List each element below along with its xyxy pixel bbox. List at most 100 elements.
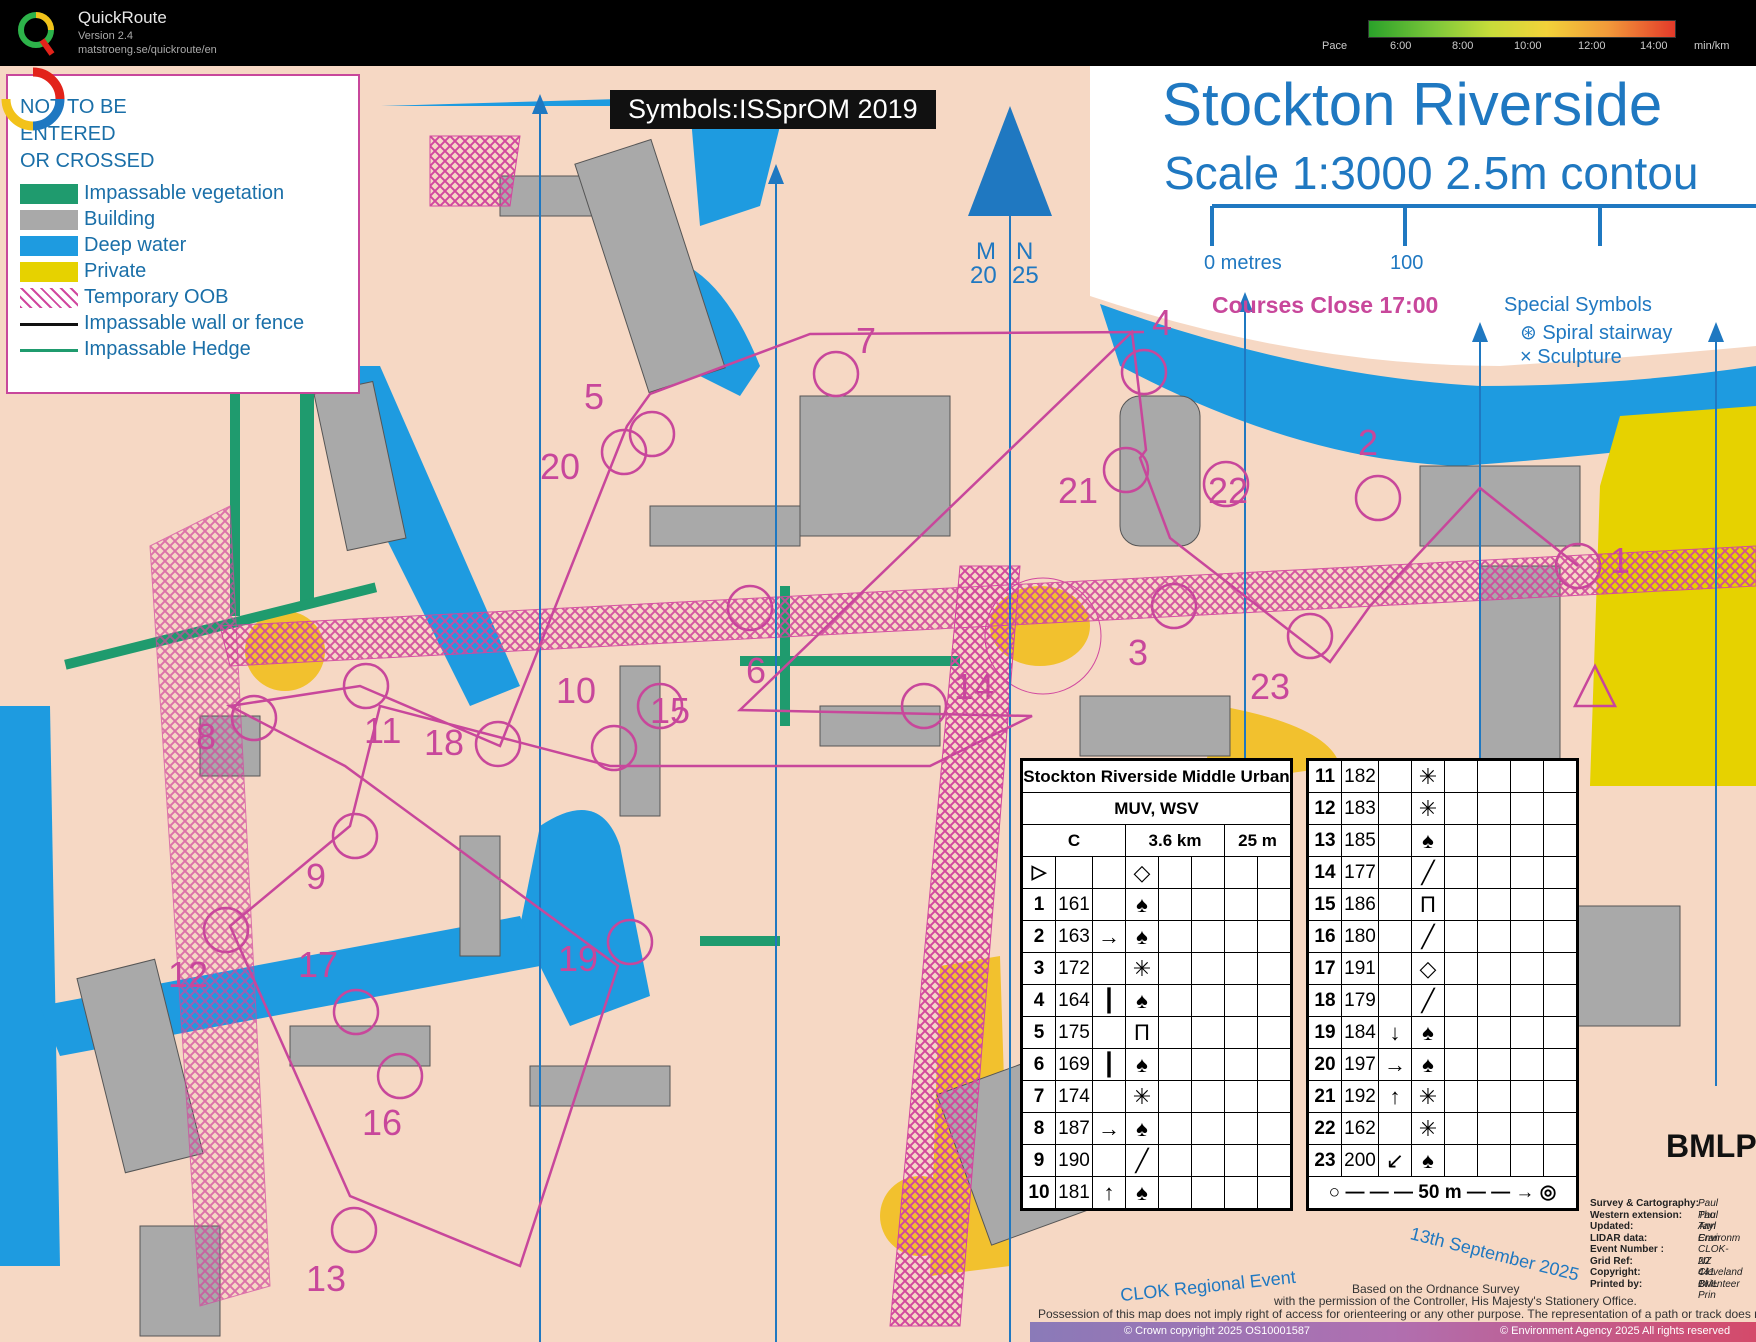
course-classes: MUV, WSV [1022, 792, 1291, 825]
wall-fence-swatch [20, 323, 78, 326]
control-row: 22 162 ✳ [1308, 1112, 1577, 1145]
feature-icon: ◇ [1411, 952, 1445, 985]
pace-unit: min/km [1694, 40, 1730, 52]
control-number-15: 15 [650, 690, 691, 731]
feature-icon: ♠ [1411, 1016, 1445, 1049]
feature-icon: ╱ [1125, 1144, 1159, 1177]
control-number-18: 18 [424, 722, 465, 763]
feature-icon: ✳ [1411, 1112, 1445, 1145]
map-title: Stockton Riverside [1162, 71, 1663, 138]
control-row: 16 180 ╱ [1308, 920, 1577, 953]
control-row: 18 179 ╱ [1308, 984, 1577, 1017]
app-title: QuickRoute [78, 8, 167, 27]
feature-icon: ♠ [1125, 888, 1159, 921]
finish-distance: 50 m [1418, 1182, 1462, 1203]
printer-name: BMLPr [1666, 1128, 1756, 1164]
control-row: 20 197 → ♠ [1308, 1048, 1577, 1081]
quickroute-title-bar: QuickRoute Version 2.4 matstroeng.se/qui… [0, 0, 1756, 66]
feature-icon: ♠ [1125, 1048, 1159, 1081]
pace-color-scale[interactable] [1368, 20, 1676, 38]
app-version: Version 2.4 [78, 30, 134, 42]
control-number-3: 3 [1128, 632, 1149, 673]
control-number-1: 1 [1610, 540, 1631, 581]
feature-icon: ♠ [1125, 920, 1159, 953]
finish-row: ○ — — — 50 m — — → ◎ [1308, 1176, 1577, 1209]
finish-start-circle-icon: ○ [1328, 1182, 1341, 1203]
control-row: 6 169 ┃ ♠ [1022, 1048, 1291, 1081]
start-row: ▷ ◇ [1022, 856, 1291, 889]
course-length: 3.6 km [1125, 824, 1225, 857]
symbols-badge: Symbols:ISSprOM 2019 [610, 90, 936, 129]
control-number-12: 12 [168, 954, 209, 995]
control-row: 15 186 Π [1308, 888, 1577, 921]
feature-icon: ╱ [1411, 984, 1445, 1017]
control-number-4: 4 [1152, 302, 1173, 343]
control-number-16: 16 [362, 1102, 403, 1143]
pace-tick: 8:00 [1452, 40, 1474, 52]
course-climb: 25 m [1224, 824, 1291, 857]
control-row: 14 177 ╱ [1308, 856, 1577, 889]
feature-icon: ♠ [1411, 1048, 1445, 1081]
control-row: 21 192 ↑ ✳ [1308, 1080, 1577, 1113]
control-number-22: 22 [1208, 470, 1249, 511]
control-number-14: 14 [954, 666, 995, 707]
scale-label-100: 100 [1390, 252, 1424, 274]
pace-tick: 12:00 [1578, 40, 1606, 52]
legend-label: Temporary OOB [84, 286, 229, 308]
scale-label-zero: 0 metres [1204, 252, 1282, 274]
os-notice-line-2: with the permission of the Controller, H… [1274, 1294, 1637, 1308]
orienteering-map[interactable]: NOT TO BE ENTERED OR CROSSED Impassable … [0, 66, 1756, 1342]
north-arrow [968, 106, 1052, 216]
pace-tick: 10:00 [1514, 40, 1542, 52]
special-symbols-title: Special Symbols [1504, 294, 1652, 316]
course-name: C [1022, 824, 1126, 857]
feature-icon: ♠ [1125, 1176, 1159, 1209]
control-row: 1 161 ♠ [1022, 888, 1291, 921]
control-number-5: 5 [584, 376, 605, 417]
special-symbol-spiral-stairway: ⊛ Spiral stairway [1520, 322, 1673, 344]
bml-logo-icon [1, 67, 65, 131]
ea-copyright: © Environment Agency 2025 All rights res… [1500, 1325, 1731, 1337]
temporary-oob-swatch [20, 288, 78, 308]
hedge-swatch [20, 349, 78, 352]
control-row: 5 175 Π [1022, 1016, 1291, 1049]
legend-label: Deep water [84, 234, 187, 256]
control-row: 12 183 ✳ [1308, 792, 1577, 825]
courses-close-notice: Courses Close 17:00 [1212, 292, 1439, 318]
control-number-10: 10 [556, 670, 597, 711]
start-triangle-icon: ▷ [1022, 856, 1056, 889]
control-description-sheet-continued: 11 182 ✳ 12 183 ✳ 13 185 ♠ 14 177 ╱ 15 186 Π 16 180… [1306, 758, 1579, 1211]
pace-tick: 14:00 [1640, 40, 1668, 52]
control-row: 11 182 ✳ [1308, 760, 1577, 793]
control-row: 9 190 ╱ [1022, 1144, 1291, 1177]
feature-icon: Π [1125, 1016, 1159, 1049]
map-credits: Survey & Cartography: Paul Tho Western ex… [1590, 1198, 1743, 1301]
control-row: 7 174 ✳ [1022, 1080, 1291, 1113]
deep-water-swatch [20, 236, 78, 256]
feature-icon: ♠ [1411, 824, 1445, 857]
event-title: Stockton Riverside Middle Urban [1022, 760, 1291, 793]
crown-copyright: © Crown copyright 2025 OS10001587 [1124, 1325, 1311, 1337]
control-row: 13 185 ♠ [1308, 824, 1577, 857]
control-row: 10 181 ↑ ♠ [1022, 1176, 1291, 1209]
pace-tick: 6:00 [1390, 40, 1412, 52]
feature-icon: ✳ [1411, 792, 1445, 825]
control-row: 2 163 → ♠ [1022, 920, 1291, 953]
north-label: 20 [970, 262, 997, 289]
control-description-sheet: Stockton Riverside Middle Urban MUV, WSV… [1020, 758, 1293, 1211]
feature-icon: ✳ [1125, 952, 1159, 985]
impassable-vegetation-swatch [20, 184, 78, 204]
feature-icon: ✳ [1411, 760, 1445, 793]
control-number-23: 23 [1250, 666, 1291, 707]
finish-circle-icon: ◎ [1539, 1182, 1557, 1203]
control-number-6: 6 [746, 650, 767, 691]
north-label: 25 [1012, 262, 1039, 289]
control-number-17: 17 [298, 944, 339, 985]
control-row: 17 191 ◇ [1308, 952, 1577, 985]
quickroute-logo-icon [18, 12, 55, 56]
control-row: 23 200 ↙ ♠ [1308, 1144, 1577, 1177]
building-swatch [20, 210, 78, 230]
control-number-19: 19 [558, 938, 599, 979]
control-number-20: 20 [540, 446, 581, 487]
start-feature-icon: ◇ [1125, 856, 1159, 889]
